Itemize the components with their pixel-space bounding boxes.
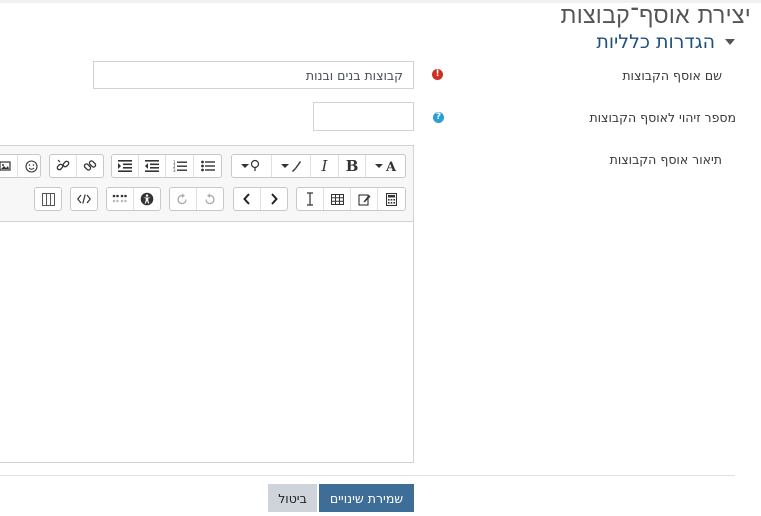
- outdent-button[interactable]: [139, 155, 166, 177]
- clear-format-button[interactable]: [297, 188, 324, 210]
- toolbar-group-insert: [0, 154, 41, 178]
- toolbar-group-style: I B A: [231, 154, 406, 178]
- font-style-menu-button[interactable]: A: [366, 155, 405, 177]
- cancel-button[interactable]: ביטול: [268, 484, 317, 512]
- question-circle-icon[interactable]: ?: [433, 112, 444, 123]
- table-button[interactable]: [324, 188, 351, 210]
- unordered-list-button[interactable]: [194, 155, 221, 177]
- toolbar-group-history: [169, 187, 224, 211]
- chevron-down-icon: [725, 39, 735, 45]
- group-name-label: שם אוסף הקבוצות: [622, 68, 722, 83]
- edit-button[interactable]: [351, 188, 378, 210]
- redo-button[interactable]: [170, 188, 197, 210]
- link-button[interactable]: [77, 155, 103, 177]
- section-header-general[interactable]: הגדרות כלליות: [596, 31, 735, 53]
- editor-toolbar: I B A 123: [0, 146, 413, 222]
- html-source-button[interactable]: [71, 188, 97, 210]
- save-button[interactable]: שמירת שינויים: [319, 484, 414, 512]
- bold-button[interactable]: B: [339, 155, 367, 177]
- font-color-menu-button[interactable]: [272, 155, 312, 177]
- section-header-label: הגדרות כלליות: [596, 31, 715, 53]
- accessibility-checker-button[interactable]: [134, 188, 160, 210]
- emoji-button[interactable]: [18, 155, 40, 177]
- calculator-button[interactable]: [378, 188, 405, 210]
- rtl-button[interactable]: [234, 188, 261, 210]
- toolbar-group-html: [70, 187, 98, 211]
- image-button[interactable]: [0, 155, 18, 177]
- toolbar-group-links: [49, 154, 104, 178]
- italic-button[interactable]: I: [311, 155, 339, 177]
- svg-text:A: A: [385, 160, 397, 173]
- ltr-button[interactable]: [261, 188, 287, 210]
- undo-button[interactable]: [197, 188, 223, 210]
- toolbar-group-tools: [296, 187, 406, 211]
- exclamation-circle-icon: !: [432, 69, 443, 80]
- unlink-button[interactable]: [50, 155, 77, 177]
- italic-icon: I: [321, 157, 328, 175]
- braille-button[interactable]: [107, 188, 134, 210]
- description-editor[interactable]: I B A 123: [0, 145, 414, 463]
- editor-content-area[interactable]: [0, 222, 413, 462]
- group-name-input[interactable]: [93, 61, 414, 89]
- svg-text:3: 3: [173, 168, 176, 172]
- indent-button[interactable]: [112, 155, 139, 177]
- bold-icon: B: [345, 157, 359, 175]
- toolbar-group-direction: [233, 187, 288, 211]
- toolbar-group-accessibility: [106, 187, 161, 211]
- idnumber-label: מספר זיהוי לאוסף הקבוצות: [589, 110, 736, 125]
- description-label: תיאור אוסף הקבוצות: [609, 152, 722, 167]
- footer-divider: [0, 475, 735, 476]
- highlight-color-menu-button[interactable]: [232, 155, 272, 177]
- columns-button[interactable]: [35, 188, 61, 210]
- page-title: יצירת אוסף־קבוצות: [560, 3, 751, 29]
- toolbar-group-lists: 123: [111, 154, 222, 178]
- toolbar-group-columns: [34, 187, 62, 211]
- idnumber-input[interactable]: [313, 102, 414, 131]
- ordered-list-button[interactable]: 123: [166, 155, 194, 177]
